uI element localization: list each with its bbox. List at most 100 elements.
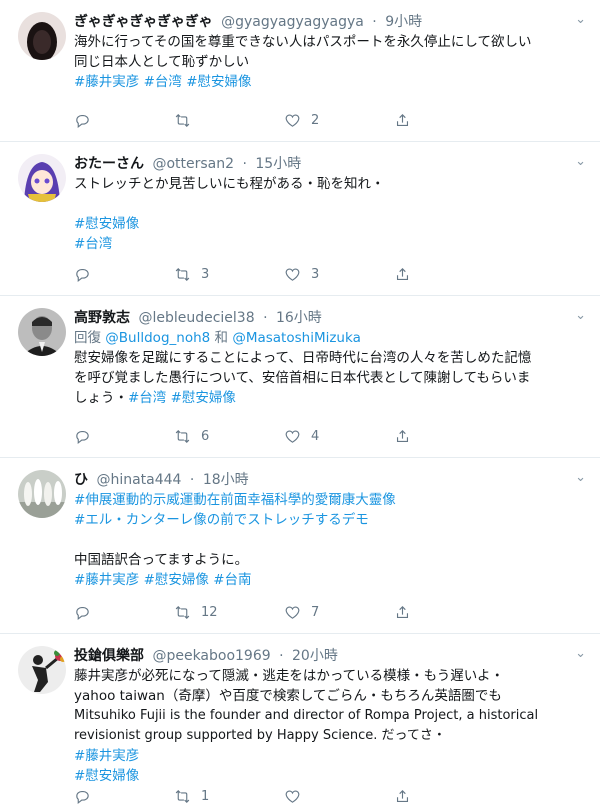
heart-icon [285,268,300,281]
avatar[interactable] [18,12,66,60]
retweet-icon [175,429,190,443]
tweet[interactable]: ひ @hinata444 · 18小時 #伸展運動的示威運動在前面幸福科學的愛爾… [0,458,600,634]
tweet-header: ひ @hinata444 · 18小時 [74,472,249,488]
heart-icon [285,790,300,803]
reply-button[interactable] [74,265,101,283]
reply-button[interactable] [74,787,101,805]
tweet-text: しょう・ [74,390,128,406]
retweet-button[interactable]: 6 [174,427,209,445]
reply-icon [76,430,89,444]
mention-link[interactable]: @MasatoshiMizuka [232,330,361,346]
timestamp[interactable]: 9小時 [385,14,422,30]
like-count: 2 [311,112,320,128]
share-icon [396,429,409,442]
hashtag-link[interactable]: #藤井実彦 [74,746,586,766]
avatar[interactable] [18,646,66,694]
share-icon [396,267,409,280]
retweet-icon [175,789,190,803]
heart-icon [285,114,300,127]
share-button[interactable] [394,603,411,621]
chevron-down-icon[interactable]: ⌄ [575,646,586,661]
like-count: 7 [311,604,320,620]
tweet[interactable]: 高野敦志 @lebleudeciel38 · 16小時 回復 @Bulldog_… [0,296,600,458]
handle[interactable]: @peekaboo1969 [152,648,270,664]
retweet-count: 3 [201,266,210,282]
timestamp[interactable]: 15小時 [255,156,301,172]
hashtag-link[interactable]: #台湾 #慰安婦像 [128,390,236,406]
like-button[interactable]: 2 [284,111,319,129]
tweet-text: 海外に行ってその国を尊重できない人はパスポートを永久停止にして欲しい [74,34,532,50]
tweet-text: 同じ日本人として恥ずかしい [74,54,250,70]
replying-to: 回復 @Bulldog_noh8 和 @MasatoshiMizuka [74,328,586,348]
display-name[interactable]: ぎゃぎゃぎゃぎゃぎゃ [74,14,213,30]
timestamp[interactable]: 18小時 [203,472,249,488]
share-button[interactable] [394,427,411,445]
tweet-header: 高野敦志 @lebleudeciel38 · 16小時 [74,310,322,326]
display-name[interactable]: 投鎗俱樂部 [74,648,144,664]
reply-button[interactable] [74,603,101,621]
tweet-header: おたーさん @ottersan2 · 15小時 [74,156,302,172]
hashtag-link[interactable]: #慰安婦像 [74,766,586,786]
like-button[interactable]: 7 [284,603,319,621]
avatar[interactable] [18,154,66,202]
chevron-down-icon[interactable]: ⌄ [575,308,586,323]
tweet[interactable]: ぎゃぎゃぎゃぎゃぎゃ @gyagyagyagyagya · 9小時 海外に行って… [0,0,600,142]
retweet-icon [175,605,190,619]
display-name[interactable]: おたーさん [74,156,144,172]
retweet-button[interactable]: 12 [174,603,218,621]
heart-icon [285,606,300,619]
retweet-button[interactable] [174,111,201,129]
hashtag-line[interactable]: #藤井実彦 #台湾 #慰安婦像 [74,72,586,92]
tweet-actions: 12 7 [74,603,434,621]
share-icon [396,605,409,618]
tweet-text: を呼び覚ました愚行について、安倍首相に日本代表として陳謝してもらいま [74,370,531,386]
reply-button[interactable] [74,111,101,129]
display-name[interactable]: 高野敦志 [74,310,130,326]
tweet[interactable]: おたーさん @ottersan2 · 15小時 ストレッチとか見苦しいにも程があ… [0,142,600,296]
retweet-icon [175,267,190,281]
like-button[interactable] [284,787,311,805]
share-button[interactable] [394,265,411,283]
hashtag-line[interactable]: #藤井実彦 #慰安婦像 #台南 [74,570,586,590]
tweet-actions: 3 3 [74,265,434,283]
retweet-count: 6 [201,428,210,444]
reply-icon [76,268,89,282]
like-button[interactable]: 4 [284,427,319,445]
retweet-count: 12 [201,604,218,620]
retweet-count: 1 [201,788,210,804]
reply-prefix: 回復 [74,330,101,346]
handle[interactable]: @ottersan2 [152,156,234,172]
chevron-down-icon[interactable]: ⌄ [575,12,586,27]
tweet[interactable]: 投鎗俱樂部 @peekaboo1969 · 20小時 藤井実彦が必死になって隠滅… [0,634,600,811]
timestamp[interactable]: 20小時 [292,648,338,664]
tweet-text: 慰安婦像を足蹴にすることによって、日帝時代に台湾の人々を苦しめた記憶 [74,350,532,366]
tweet-text: 藤井実彦が必死になって隠滅・逃走をはかっている模様・もう遅いよ・ [74,668,504,684]
handle[interactable]: @gyagyagyagyagya [221,14,364,30]
hashtag-link[interactable]: #台湾 [74,234,586,254]
retweet-button[interactable]: 3 [174,265,209,283]
hashtag-link[interactable]: #伸展運動的示威運動在前面幸福科學的愛爾康大靈像 [74,490,586,510]
display-name[interactable]: ひ [74,472,88,488]
handle[interactable]: @lebleudeciel38 [138,310,254,326]
avatar[interactable] [18,308,66,356]
reply-button[interactable] [74,427,101,445]
hashtag-link[interactable]: #慰安婦像 [74,214,586,234]
like-count: 3 [311,266,320,282]
tweet-header: ぎゃぎゃぎゃぎゃぎゃ @gyagyagyagyagya · 9小時 [74,14,423,30]
like-button[interactable]: 3 [284,265,319,283]
tweet-text: yahoo taiwan（奇摩）や百度で検索してごらん・もちろん英語圏でも [74,688,502,704]
reply-icon [76,114,89,128]
timestamp[interactable]: 16小時 [276,310,322,326]
tweet-text: Mitsuhiko Fujii is the founder and direc… [74,708,539,723]
tweet-actions: 2 [74,111,434,129]
handle[interactable]: @hinata444 [96,472,181,488]
heart-icon [285,430,300,443]
chevron-down-icon[interactable]: ⌄ [575,154,586,169]
share-button[interactable] [394,111,411,129]
retweet-button[interactable]: 1 [174,787,209,805]
avatar[interactable] [18,470,66,518]
hashtag-link[interactable]: #エル・カンターレ像の前でストレッチするデモ [74,510,586,530]
share-button[interactable] [394,787,411,805]
mention-link[interactable]: @Bulldog_noh8 [105,330,210,346]
chevron-down-icon[interactable]: ⌄ [575,470,586,485]
